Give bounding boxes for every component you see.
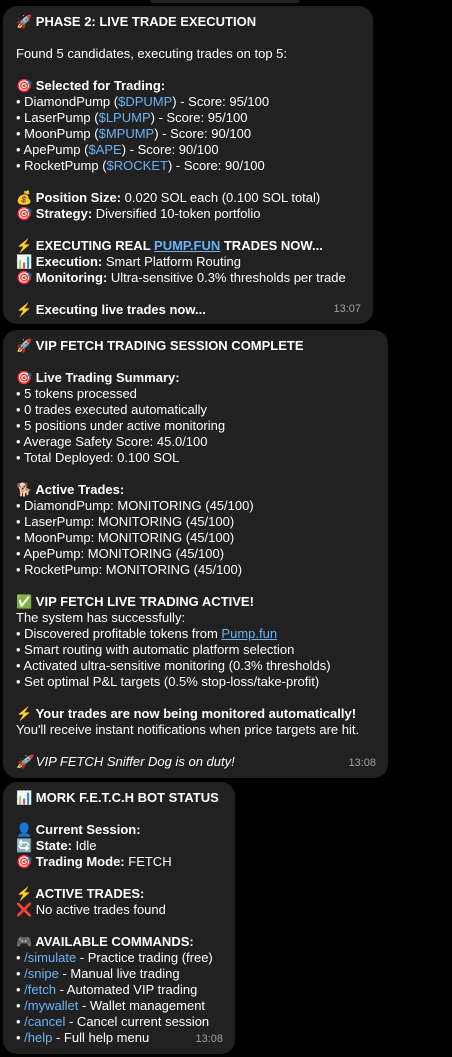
active-trades-label: ⚡ ACTIVE TRADES: xyxy=(16,886,145,901)
step-item: • Set optimal P&L targets (0.5% stop-los… xyxy=(16,674,320,689)
ticker-link[interactable]: $LPUMP xyxy=(99,110,151,125)
message-timestamp: 13:08 xyxy=(348,757,376,769)
footer-text: ⚡ Executing live trades now... xyxy=(16,302,206,317)
fetch-command-link[interactable]: /fetch xyxy=(24,982,56,997)
ticker-link[interactable]: $ROCKET xyxy=(107,158,168,173)
intro-text: Found 5 candidates, executing trades on … xyxy=(16,46,288,61)
footer-text: 🚀 VIP FETCH Sniffer Dog is on duty! xyxy=(16,754,235,769)
cancel-command-link[interactable]: /cancel xyxy=(24,1014,65,1029)
message-title: 📊 MORK F.E.T.C.H BOT STATUS xyxy=(16,790,219,805)
snipe-command-link[interactable]: /snipe xyxy=(24,966,59,981)
active-trade-item: • ApePump: MONITORING (45/100) xyxy=(16,546,225,561)
execution-row: 📊 Execution: Smart Platform Routing xyxy=(16,254,241,269)
active-trade-item: • DiamondPump: MONITORING (45/100) xyxy=(16,498,254,513)
position-size-row: 💰 Position Size: 0.020 SOL each (0.100 S… xyxy=(16,190,321,205)
message-title: 🚀 VIP FETCH TRADING SESSION COMPLETE xyxy=(16,338,304,353)
summary-label: 🎯 Live Trading Summary: xyxy=(16,370,180,385)
step-item: • Discovered profitable tokens from Pump… xyxy=(16,626,278,641)
summary-item: • 5 tokens processed xyxy=(16,386,137,401)
active-trade-item: • LaserPump: MONITORING (45/100) xyxy=(16,514,235,529)
ticker-link[interactable]: $APE xyxy=(88,142,121,157)
candidate-row: • DiamondPump ($DPUMP) - Score: 95/100 xyxy=(16,94,270,109)
commands-label: 🎮 AVAILABLE COMMANDS: xyxy=(16,934,194,949)
message-timestamp: 13:08 xyxy=(195,1033,223,1045)
command-row: • /fetch - Automated VIP trading xyxy=(16,982,198,997)
current-session-label: 👤 Current Session: xyxy=(16,822,141,837)
command-row: • /cancel - Cancel current session xyxy=(16,1014,210,1029)
message-phase2-execution[interactable]: 🚀 PHASE 2: LIVE TRADE EXECUTION Found 5 … xyxy=(3,6,373,324)
monitoring-row: 🎯 Monitoring: Ultra-sensitive 0.3% thres… xyxy=(16,270,346,285)
candidate-row: • ApePump ($APE) - Score: 90/100 xyxy=(16,142,219,157)
help-command-link[interactable]: /help xyxy=(24,1030,52,1045)
selected-label: 🎯 Selected for Trading: xyxy=(16,78,166,93)
message-session-complete[interactable]: 🚀 VIP FETCH TRADING SESSION COMPLETE 🎯 L… xyxy=(3,330,388,778)
command-row: • /snipe - Manual live trading xyxy=(16,966,180,981)
message-bot-status[interactable]: 📊 MORK F.E.T.C.H BOT STATUS 👤 Current Se… xyxy=(3,782,235,1054)
pump-fun-link[interactable]: PUMP.FUN xyxy=(154,238,220,253)
step-item: • Smart routing with automatic platform … xyxy=(16,642,295,657)
step-item: • Activated ultra-sensitive monitoring (… xyxy=(16,658,331,673)
active-trades-label: 🐕 Active Trades: xyxy=(16,482,125,497)
candidate-row: • RocketPump ($ROCKET) - Score: 90/100 xyxy=(16,158,265,173)
active-trade-item: • RocketPump: MONITORING (45/100) xyxy=(16,562,243,577)
command-row: • /simulate - Practice trading (free) xyxy=(16,950,213,965)
message-title: 🚀 PHASE 2: LIVE TRADE EXECUTION xyxy=(16,14,257,29)
candidate-row: • MoonPump ($MPUMP) - Score: 90/100 xyxy=(16,126,252,141)
strategy-row: 🎯 Strategy: Diversified 10-token portfol… xyxy=(16,206,261,221)
trading-mode-row: 🎯 Trading Mode: FETCH xyxy=(16,854,172,869)
state-row: 🔄 State: Idle xyxy=(16,838,97,853)
ticker-link[interactable]: $DPUMP xyxy=(118,94,172,109)
candidate-row: • LaserPump ($LPUMP) - Score: 95/100 xyxy=(16,110,248,125)
monitored-label: ⚡ Your trades are now being monitored au… xyxy=(16,706,357,721)
pump-fun-link[interactable]: Pump.fun xyxy=(221,626,277,641)
summary-item: • Total Deployed: 0.100 SOL xyxy=(16,450,180,465)
no-trades-text: ❌ No active trades found xyxy=(16,902,166,917)
command-row: • /help - Full help menu xyxy=(16,1030,150,1045)
notify-text: You'll receive instant notifications whe… xyxy=(16,722,360,737)
command-row: • /mywallet - Wallet management xyxy=(16,998,206,1013)
ticker-link[interactable]: $MPUMP xyxy=(99,126,155,141)
summary-item: • 5 positions under active monitoring xyxy=(16,418,226,433)
active-trade-item: • MoonPump: MONITORING (45/100) xyxy=(16,530,235,545)
executing-row: ⚡ EXECUTING REAL PUMP.FUN TRADES NOW... xyxy=(16,238,323,253)
mywallet-command-link[interactable]: /mywallet xyxy=(24,998,78,1013)
summary-item: • 0 trades executed automatically xyxy=(16,402,207,417)
message-timestamp: 13:07 xyxy=(333,303,361,315)
previous-message-edge xyxy=(150,0,300,3)
vip-active-label: ✅ VIP FETCH LIVE TRADING ACTIVE! xyxy=(16,594,254,609)
system-text: The system has successfully: xyxy=(16,610,186,625)
summary-item: • Average Safety Score: 45.0/100 xyxy=(16,434,208,449)
simulate-command-link[interactable]: /simulate xyxy=(24,950,76,965)
